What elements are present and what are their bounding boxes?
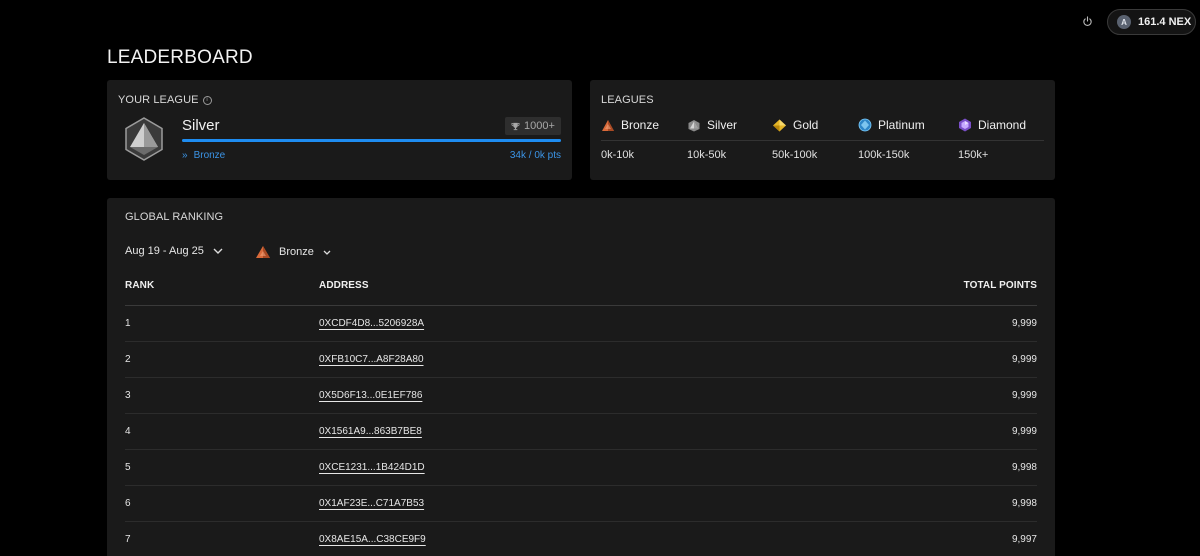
next-league-link[interactable]: » Bronze xyxy=(182,150,225,161)
chevron-down-icon xyxy=(213,248,223,254)
rank-cell: 5 xyxy=(125,462,131,473)
table-header: RANK ADDRESS TOTAL POINTS xyxy=(125,268,1037,306)
league-name: Bronze xyxy=(621,118,660,132)
page-title: LEADERBOARD xyxy=(107,47,253,68)
rank-cell: 2 xyxy=(125,354,131,365)
your-league-card: YOUR LEAGUE i Silver 1000+ » Bronze 34k … xyxy=(107,80,572,180)
league-silver: Silver 10k-50k xyxy=(687,117,738,161)
league-progress-bar xyxy=(182,139,561,142)
power-button[interactable] xyxy=(1078,12,1096,30)
address-link[interactable]: 0XFB10C7...A8F28A80 xyxy=(319,354,424,365)
chevron-down-icon xyxy=(323,250,331,255)
league-name: Gold xyxy=(793,118,819,132)
league-diamond: Diamond 150k+ xyxy=(958,117,1027,161)
next-league-name: Bronze xyxy=(193,150,226,161)
table-row: 4 0X1561A9...863B7BE8 9,999 xyxy=(125,414,1037,450)
trophy-count: 1000+ xyxy=(524,120,555,132)
league-filter-value: Bronze xyxy=(279,246,314,258)
bronze-gem-icon xyxy=(602,119,614,131)
column-header-total-points: TOTAL POINTS xyxy=(963,280,1037,291)
total-points-cell: 9,999 xyxy=(1011,354,1037,365)
table-row: 3 0X5D6F13...0E1EF786 9,999 xyxy=(125,378,1037,414)
rank-cell: 7 xyxy=(125,534,131,545)
date-range-dropdown[interactable]: Aug 19 - Aug 25 xyxy=(125,245,224,257)
points-progress: 34k / 0k pts xyxy=(509,150,561,161)
diamond-gem-icon xyxy=(959,118,971,132)
global-ranking-label: GLOBAL RANKING xyxy=(125,211,224,223)
rank-cell: 4 xyxy=(125,426,131,437)
platinum-gem-icon xyxy=(858,118,872,132)
silver-emblem-icon xyxy=(125,117,163,161)
league-gold: Gold 50k-100k xyxy=(772,117,819,161)
ranking-table: RANK ADDRESS TOTAL POINTS 1 0XCDF4D8...52… xyxy=(125,268,1037,556)
address-link[interactable]: 0XCE1231...1B424D1D xyxy=(319,462,425,473)
total-points-cell: 9,998 xyxy=(1011,498,1037,509)
league-bronze: Bronze 0k-10k xyxy=(601,117,660,161)
rank-cell: 6 xyxy=(125,498,131,509)
rank-cell: 3 xyxy=(125,390,131,401)
rank-cell: 1 xyxy=(125,318,131,329)
league-progress-fill xyxy=(182,139,561,142)
bronze-gem-icon xyxy=(256,246,270,258)
table-row: 6 0X1AF23E...C71A7B53 9,998 xyxy=(125,486,1037,522)
date-range-value: Aug 19 - Aug 25 xyxy=(125,245,204,257)
address-link[interactable]: 0X8AE15A...C38CE9F9 xyxy=(319,534,426,545)
global-ranking-card: GLOBAL RANKING Aug 19 - Aug 25 Bronze RA… xyxy=(107,198,1055,556)
your-league-heading: YOUR LEAGUE i xyxy=(118,94,212,106)
table-row: 2 0XFB10C7...A8F28A80 9,999 xyxy=(125,342,1037,378)
league-name: Silver xyxy=(707,118,738,132)
power-icon xyxy=(1082,15,1092,26)
league-range: 0k-10k xyxy=(601,149,635,161)
address-link[interactable]: 0X1561A9...863B7BE8 xyxy=(319,426,422,437)
league-range: 10k-50k xyxy=(687,149,727,161)
trophy-badge: 1000+ xyxy=(505,117,561,135)
wallet-button[interactable]: A 161.4 NEX xyxy=(1107,9,1196,35)
table-row: 1 0XCDF4D8...5206928A 9,999 xyxy=(125,306,1037,342)
table-row: 7 0X8AE15A...C38CE9F9 9,997 xyxy=(125,522,1037,556)
total-points-cell: 9,999 xyxy=(1011,390,1037,401)
league-range: 50k-100k xyxy=(772,149,818,161)
league-name: Platinum xyxy=(878,118,925,132)
league-name: Diamond xyxy=(978,118,1027,132)
league-filter-dropdown[interactable]: Bronze xyxy=(255,245,332,259)
wallet-balance: 161.4 NEX xyxy=(1138,16,1192,28)
total-points-cell: 9,998 xyxy=(1011,462,1037,473)
trophy-icon xyxy=(511,122,520,130)
total-points-cell: 9,997 xyxy=(1011,534,1037,545)
total-points-cell: 9,999 xyxy=(1011,426,1037,437)
league-platinum: Platinum 100k-150k xyxy=(858,117,925,161)
leagues-card: LEAGUES Bronze 0k-10k Silver 10k-50k Gol… xyxy=(590,80,1055,180)
league-range: 100k-150k xyxy=(858,149,910,161)
current-league-name: Silver xyxy=(182,117,220,134)
address-link[interactable]: 0XCDF4D8...5206928A xyxy=(319,318,424,329)
column-header-rank: RANK xyxy=(125,280,155,291)
column-header-address: ADDRESS xyxy=(319,280,369,291)
table-row: 5 0XCE1231...1B424D1D 9,998 xyxy=(125,450,1037,486)
info-icon[interactable]: i xyxy=(202,95,212,105)
total-points-cell: 9,999 xyxy=(1011,318,1037,329)
leagues-divider xyxy=(601,140,1044,141)
leagues-label: LEAGUES xyxy=(601,94,654,106)
wallet-avatar: A xyxy=(1117,15,1131,29)
league-range: 150k+ xyxy=(958,149,989,161)
address-link[interactable]: 0X1AF23E...C71A7B53 xyxy=(319,498,424,509)
double-chevron-right-icon: » xyxy=(182,150,188,161)
address-link[interactable]: 0X5D6F13...0E1EF786 xyxy=(319,390,422,401)
silver-gem-icon xyxy=(688,119,700,131)
your-league-label: YOUR LEAGUE xyxy=(118,94,199,106)
gold-gem-icon xyxy=(773,119,786,131)
